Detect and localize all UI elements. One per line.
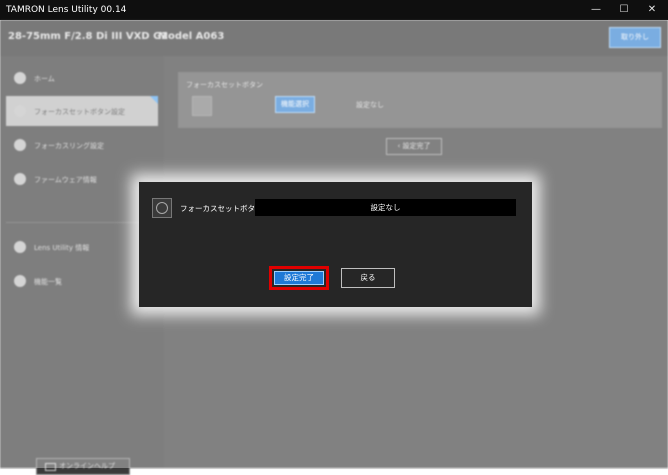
dialog-label: フォーカスセットボタン <box>180 204 263 213</box>
window-title: TAMRON Lens Utility 00.14 <box>6 5 127 15</box>
focus-button-icon-ring <box>156 202 168 214</box>
confirm-highlight: 設定完了 <box>269 266 329 290</box>
back-button[interactable]: 戻る <box>341 268 395 288</box>
maximize-button[interactable]: ☐ <box>610 0 638 20</box>
focus-button-icon <box>152 198 172 218</box>
settings-complete-button[interactable]: 設定完了 <box>274 271 324 285</box>
focus-set-dialog: フォーカスセットボタン 設定なし 設定完了 戻る <box>139 182 532 307</box>
close-button[interactable]: ✕ <box>638 0 666 20</box>
title-bar: TAMRON Lens Utility 00.14 — ☐ ✕ <box>0 0 668 20</box>
dialog-value-field: 設定なし <box>255 199 516 216</box>
minimize-button[interactable]: — <box>582 0 610 20</box>
